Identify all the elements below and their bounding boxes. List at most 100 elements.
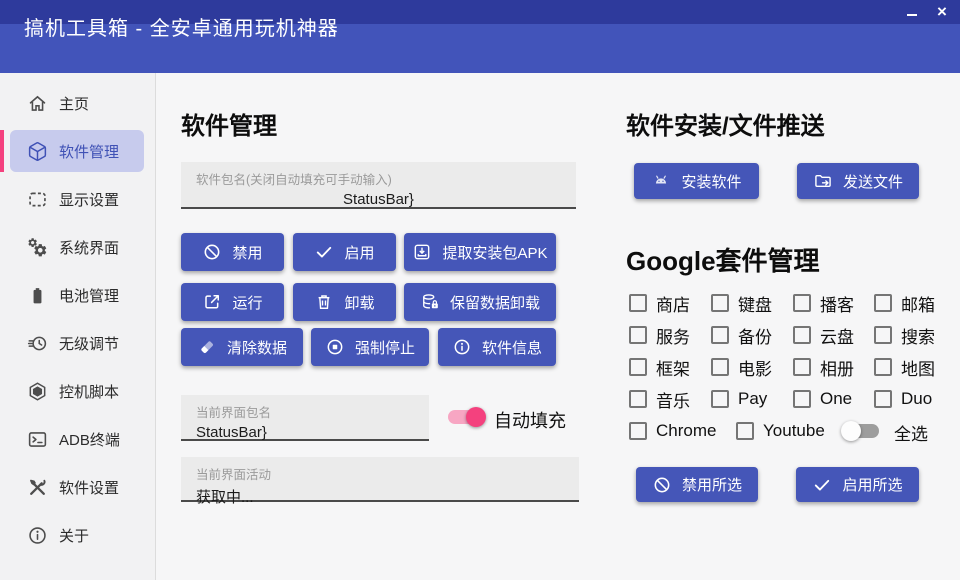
close-icon: ×	[937, 2, 947, 22]
open-external-icon	[202, 292, 222, 312]
button-label: 发送文件	[843, 171, 903, 192]
uninstall-button[interactable]: 卸载	[293, 283, 396, 321]
checkbox-movies[interactable]: 电影	[711, 356, 772, 378]
autofill-label: 自动填充	[494, 407, 566, 433]
checkbox-label: 电影	[738, 355, 772, 380]
minimize-button[interactable]	[898, 0, 926, 24]
checkbox-label: 服务	[656, 323, 690, 348]
current-package-field[interactable]: 当前界面包名 StatusBar}	[181, 395, 429, 441]
uninstall-keep-data-button[interactable]: 保留数据卸载	[404, 283, 556, 321]
disable-selected-button[interactable]: 禁用所选	[636, 467, 758, 502]
checkbox-search[interactable]: 搜索	[874, 324, 935, 346]
check-icon	[314, 242, 334, 262]
package-input-label: 软件包名(关闭自动填充可手动输入)	[196, 169, 561, 188]
checkbox-services[interactable]: 服务	[629, 324, 690, 346]
sidebar-item-system-interface[interactable]: 系统界面	[0, 223, 155, 271]
disable-button[interactable]: 禁用	[181, 233, 284, 271]
extract-apk-button[interactable]: 提取安装包APK	[404, 233, 556, 271]
checkbox-label: 地图	[901, 355, 935, 380]
block-icon	[652, 475, 672, 495]
info-circle-icon	[452, 337, 472, 357]
app-info-button[interactable]: 软件信息	[438, 328, 556, 366]
checkbox-label: 邮箱	[901, 291, 935, 316]
clear-data-button[interactable]: 清除数据	[181, 328, 303, 366]
sidebar-item-home[interactable]: 主页	[0, 79, 155, 127]
checkbox-chrome[interactable]: Chrome	[629, 420, 716, 442]
content-area: 软件管理 软件包名(关闭自动填充可手动输入) StatusBar} 禁用 启用 …	[157, 73, 960, 580]
checkbox-keyboard[interactable]: 键盘	[711, 292, 772, 314]
sidebar-item-adb-terminal[interactable]: ADB终端	[0, 415, 155, 463]
folder-send-icon	[813, 171, 833, 191]
sidebar-item-label: 系统界面	[59, 237, 119, 258]
window-title: 搞机工具箱 - 全安卓通用玩机神器	[24, 12, 339, 41]
checkbox-icon	[874, 358, 892, 376]
checkbox-label: 搜索	[901, 323, 935, 348]
checkbox-label: 商店	[656, 291, 690, 316]
button-label: 禁用所选	[682, 474, 742, 495]
close-button[interactable]: ×	[928, 0, 956, 24]
package-name-input[interactable]: 软件包名(关闭自动填充可手动输入) StatusBar}	[181, 162, 576, 209]
android-icon	[651, 171, 671, 191]
checkbox-label: 框架	[656, 355, 690, 380]
checkbox-icon	[629, 390, 647, 408]
package-icon	[27, 141, 48, 162]
software-management-title: 软件管理	[181, 106, 277, 141]
button-label: 软件信息	[482, 337, 542, 358]
minimize-icon	[907, 14, 917, 16]
display-frame-icon	[27, 189, 48, 210]
google-suite-title: Google套件管理	[626, 241, 820, 278]
checkbox-drive[interactable]: 云盘	[793, 324, 854, 346]
package-input-value: StatusBar}	[196, 191, 561, 208]
checkbox-label: Youtube	[763, 421, 825, 441]
checkbox-label: Pay	[738, 389, 767, 409]
sidebar-item-software-management[interactable]: 软件管理	[0, 127, 155, 175]
checkbox-icon	[874, 326, 892, 344]
install-app-button[interactable]: 安装软件	[634, 163, 759, 199]
sidebar-item-software-settings[interactable]: 软件设置	[0, 463, 155, 511]
current-activity-field[interactable]: 当前界面活动 获取中...	[181, 457, 579, 502]
sidebar-item-label: ADB终端	[59, 429, 120, 450]
checkbox-label: 云盘	[820, 323, 854, 348]
enable-selected-button[interactable]: 启用所选	[796, 467, 919, 502]
checkbox-youtube[interactable]: Youtube	[736, 420, 825, 442]
button-label: 启用	[344, 242, 374, 263]
button-label: 强制停止	[355, 337, 415, 358]
checkbox-icon	[736, 422, 754, 440]
checkbox-one[interactable]: One	[793, 388, 852, 410]
checkbox-photos[interactable]: 相册	[793, 356, 854, 378]
sidebar-item-battery-management[interactable]: 电池管理	[0, 271, 155, 319]
battery-icon	[27, 285, 48, 306]
checkbox-duo[interactable]: Duo	[874, 388, 932, 410]
sidebar-item-about[interactable]: 关于	[0, 511, 155, 559]
sidebar-nav: 主页 软件管理 显示设置 系统界面 电池管理 无级调节 控机脚本	[0, 79, 155, 559]
sidebar-item-label: 关于	[59, 525, 89, 546]
checkbox-framework[interactable]: 框架	[629, 356, 690, 378]
button-label: 清除数据	[227, 337, 287, 358]
stop-circle-icon	[325, 337, 345, 357]
checkbox-backup[interactable]: 备份	[711, 324, 772, 346]
block-icon	[202, 242, 222, 262]
checkbox-icon	[629, 294, 647, 312]
run-button[interactable]: 运行	[181, 283, 284, 321]
info-icon	[27, 525, 48, 546]
autofill-toggle[interactable]	[446, 407, 484, 427]
select-all-toggle[interactable]	[843, 421, 881, 441]
enable-button[interactable]: 启用	[293, 233, 396, 271]
send-file-button[interactable]: 发送文件	[797, 163, 919, 199]
checkbox-music[interactable]: 音乐	[629, 388, 690, 410]
checkbox-icon	[793, 326, 811, 344]
checkbox-pay[interactable]: Pay	[711, 388, 767, 410]
current-package-value: StatusBar}	[196, 424, 414, 441]
button-label: 运行	[232, 292, 262, 313]
checkbox-store[interactable]: 商店	[629, 292, 690, 314]
force-stop-button[interactable]: 强制停止	[311, 328, 429, 366]
sidebar-item-display-settings[interactable]: 显示设置	[0, 175, 155, 223]
checkbox-label: Chrome	[656, 421, 716, 441]
checkbox-podcast[interactable]: 播客	[793, 292, 854, 314]
gears-icon	[27, 237, 48, 258]
checkbox-maps[interactable]: 地图	[874, 356, 935, 378]
terminal-icon	[27, 429, 48, 450]
sidebar-item-control-script[interactable]: 控机脚本	[0, 367, 155, 415]
sidebar-item-stepless-adjust[interactable]: 无级调节	[0, 319, 155, 367]
checkbox-mail[interactable]: 邮箱	[874, 292, 935, 314]
